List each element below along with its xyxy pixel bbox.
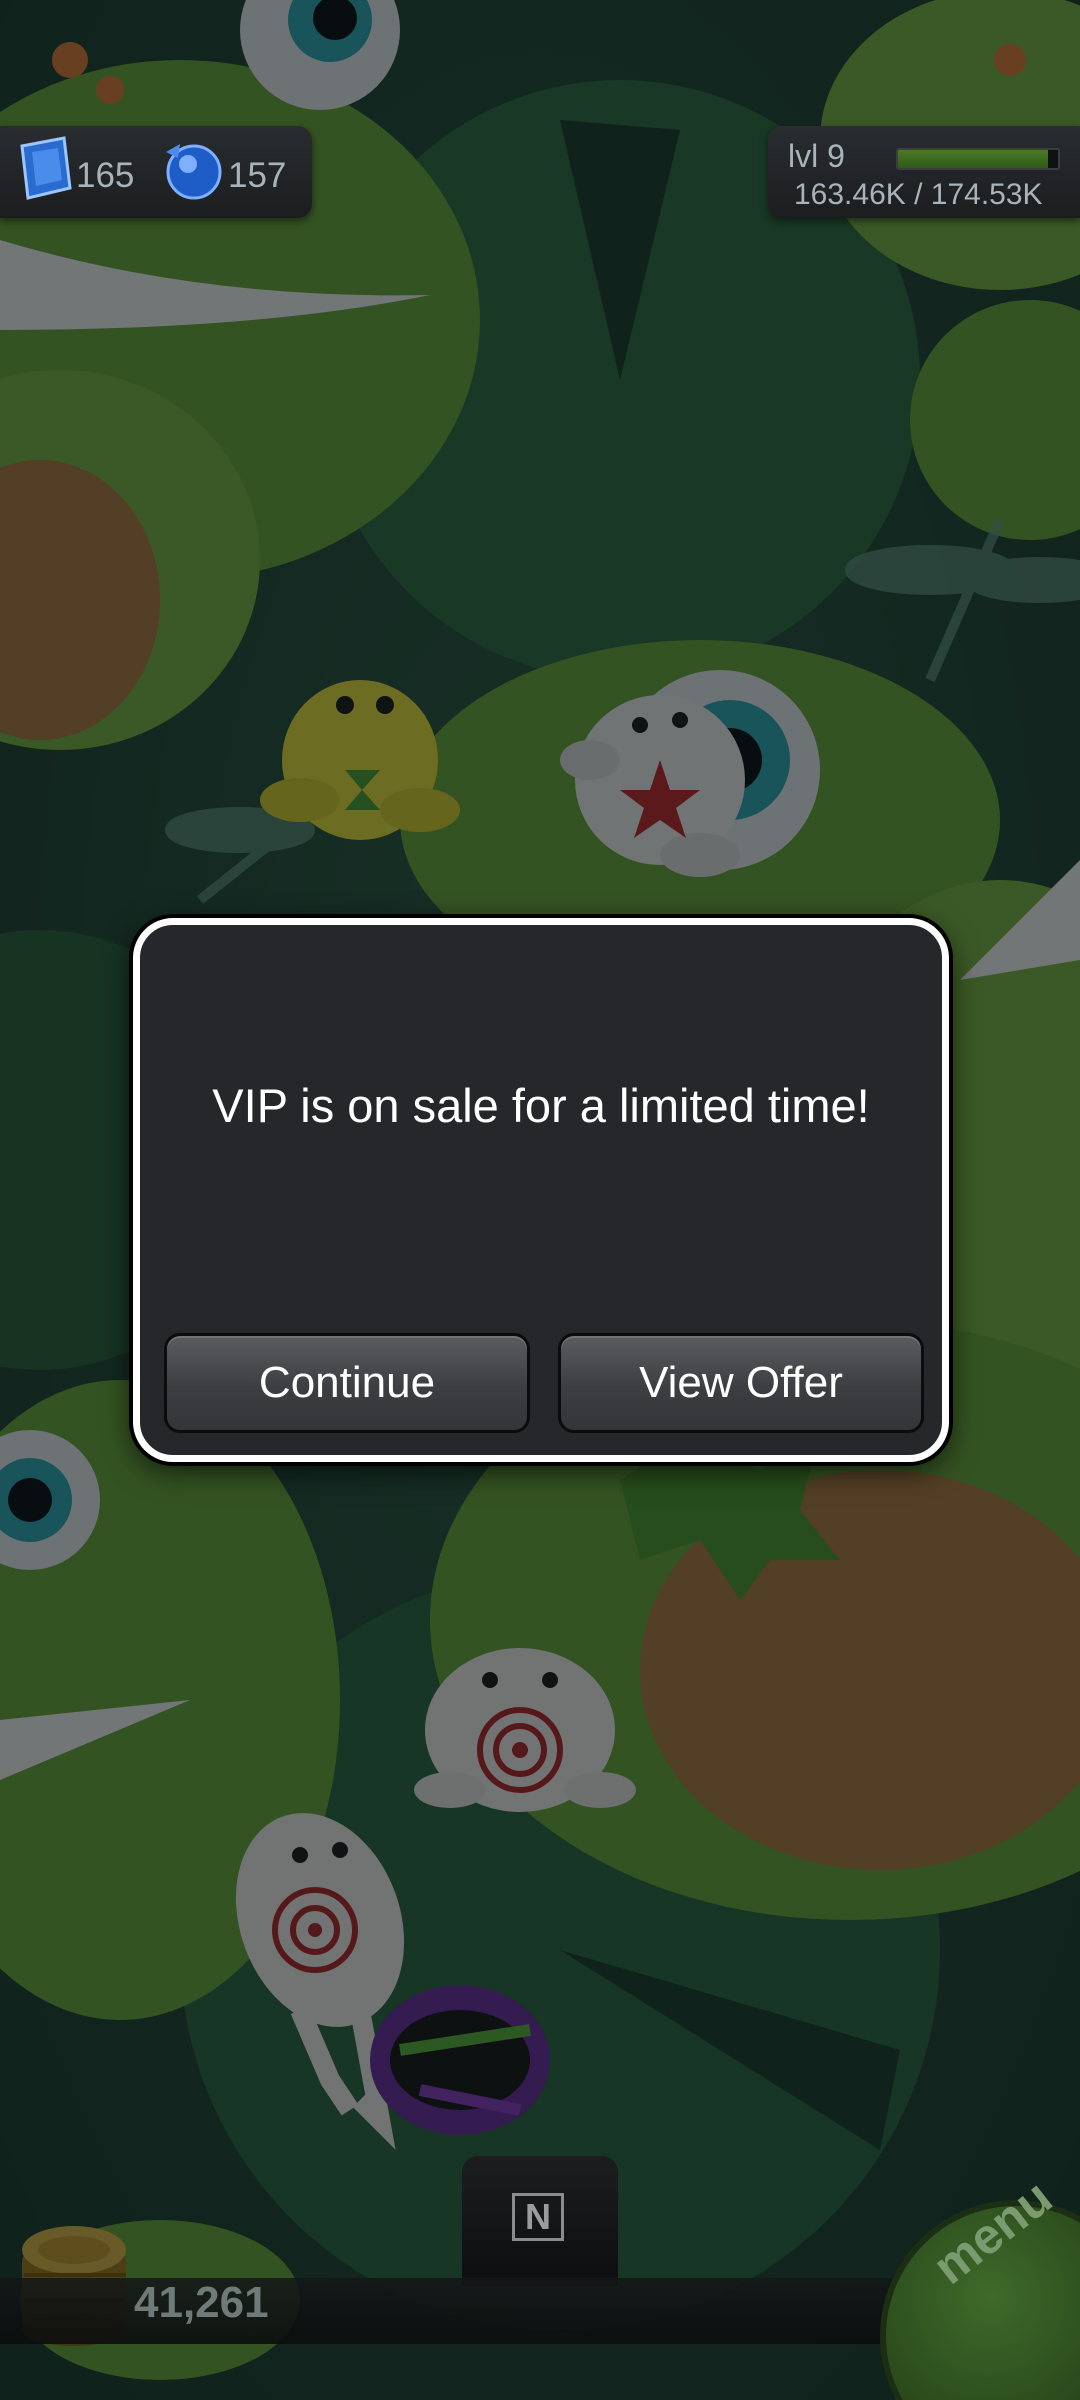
gem-count: 165 [76, 156, 135, 195]
xp-text: 163.46K / 174.53K [794, 178, 1043, 211]
coin-count: 41,261 [134, 2278, 269, 2327]
level-panel: lvl 9 163.46K / 174.53K [768, 126, 1080, 218]
orb-count: 157 [228, 156, 287, 195]
xp-progress-fill [898, 150, 1049, 168]
level-label: lvl 9 [788, 138, 845, 174]
notifications-tab[interactable]: N [462, 2156, 618, 2286]
blue-gem-icon [20, 136, 72, 200]
vip-sale-dialog: VIP is on sale for a limited time! Conti… [133, 918, 949, 1462]
game-screen: 165 157 lvl 9 163.46K / 174.53K VIP is o… [0, 0, 1080, 2400]
blue-orb-icon [166, 144, 222, 200]
n-icon: N [512, 2193, 564, 2241]
continue-button[interactable]: Continue [164, 1333, 530, 1433]
view-offer-button[interactable]: View Offer [558, 1333, 924, 1433]
xp-progress-bar [896, 148, 1060, 170]
currency-panel: 165 157 [0, 126, 312, 218]
dialog-message: VIP is on sale for a limited time! [212, 1079, 870, 1132]
